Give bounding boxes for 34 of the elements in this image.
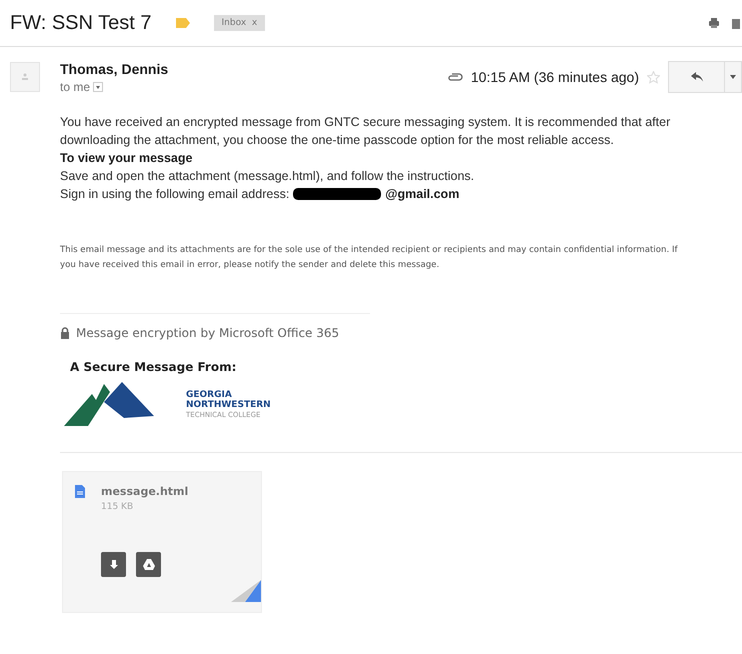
download-button[interactable] [101, 552, 126, 577]
logo-text: NORTHWESTERN [186, 400, 271, 410]
document-icon [75, 485, 85, 498]
attachment-size: 115 KB [101, 502, 134, 512]
recipient-text: to me [60, 80, 90, 94]
new-window-icon[interactable] [732, 17, 740, 29]
save-to-drive-button[interactable] [136, 552, 161, 577]
reply-arrow-icon [690, 72, 702, 82]
secure-message-title: A Secure Message From: [70, 360, 238, 374]
disclaimer-text: This email message and its attachments are for the sole use of the intended recipient or recipients and may contain confidential information. If you have received this email in error, please notify the sender and delete this message. [60, 244, 679, 272]
attachment-card[interactable]: message.html 115 KB [62, 471, 262, 613]
page-corner-icon [231, 580, 261, 602]
sign-in-text: Sign in using the following email address: [60, 186, 290, 203]
label-remove[interactable]: x [252, 18, 258, 28]
message-heading: To view your message [60, 150, 194, 167]
encryption-text: Message encryption by Microsoft Office 365 [76, 326, 340, 340]
lock-icon [60, 327, 70, 339]
importance-marker-icon[interactable] [176, 18, 190, 28]
attachment-name: message.html [101, 485, 188, 498]
timestamp: 10:15 AM (36 minutes ago) [470, 69, 639, 85]
logo-text: GEORGIA [186, 390, 233, 400]
print-icon[interactable] [708, 17, 720, 29]
email-address: @gmail.com [385, 186, 460, 203]
sender-name: Thomas, Dennis [60, 60, 168, 76]
triangle-logo-icon [142, 559, 154, 570]
message-paragraph: You have received an encrypted message from GNTC secure messaging system. It is recommended that after downloading the attachment, you choose the one-time passcode option for the most reliable access. [60, 114, 672, 149]
inbox-label[interactable]: Inbox x [214, 15, 266, 31]
star-icon[interactable] [647, 70, 660, 84]
avatar [10, 62, 40, 92]
instruction-text: Save and open the attachment (message.html), and follow the instructions. [60, 168, 476, 185]
email-subject: FW: SSN Test 7 [10, 12, 152, 34]
download-arrow-icon [108, 560, 118, 570]
caret-icon [730, 75, 736, 79]
details-dropdown-icon[interactable] [93, 82, 104, 92]
